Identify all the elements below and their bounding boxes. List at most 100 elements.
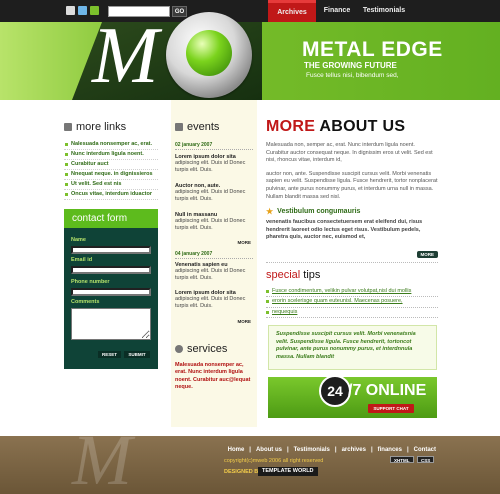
event-text: adipiscing elit. Duis id Donec turpis el… bbox=[175, 189, 246, 202]
special-tips-title: special tips bbox=[266, 269, 438, 281]
events-more-link[interactable]: MORE bbox=[171, 240, 257, 245]
more-links-list: Nalesuada nonsemper ac, erat. Nunc inter… bbox=[64, 140, 158, 200]
events-more-link-2[interactable]: MORE bbox=[171, 319, 257, 324]
services-text: Malesuada nonsemper ac, erat. Nunc inter… bbox=[175, 362, 251, 390]
event-text: adipiscing elit. Duis id Donec turpis el… bbox=[175, 268, 246, 281]
footer-link-testimonials[interactable]: Testimonials bbox=[294, 447, 330, 453]
globe-icon bbox=[175, 345, 183, 353]
about-title-red: MORE bbox=[266, 118, 316, 135]
about-bold-paragraph: venenatis faucibus consectetuersem erat … bbox=[266, 219, 423, 241]
event-date: 02 january 2007 bbox=[175, 142, 253, 150]
footer-separator: | bbox=[334, 447, 337, 453]
support-chat-button[interactable]: SUPPORT CHAT bbox=[368, 404, 414, 413]
logo-letter: M bbox=[92, 12, 159, 100]
contact-form-title: contact form bbox=[64, 209, 158, 228]
footer-separator: | bbox=[286, 447, 289, 453]
top-bar: GO Archives Finance Testimonials bbox=[0, 0, 500, 22]
list-item[interactable]: Nunc interdum ligula noent. bbox=[64, 150, 158, 160]
name-field[interactable] bbox=[71, 246, 151, 254]
footer-watermark-letter: M bbox=[72, 420, 132, 494]
green-orb-graphic bbox=[186, 30, 232, 76]
about-subheading: ★ Vestibulum congumauris bbox=[266, 207, 438, 216]
phone-field[interactable] bbox=[71, 288, 151, 296]
event-item[interactable]: 04 january 2007 Venenatis sapien eu adip… bbox=[171, 251, 257, 282]
home-icon[interactable] bbox=[66, 6, 75, 15]
site-subtitle: THE GROWING FUTURE bbox=[304, 61, 397, 70]
services-title-text: services bbox=[187, 343, 228, 355]
calendar-icon bbox=[175, 123, 183, 131]
phone-label: Phone number bbox=[71, 279, 110, 285]
list-item[interactable]: Curabitur auct bbox=[64, 160, 158, 170]
events-title-text: events bbox=[187, 121, 220, 133]
about-more-button[interactable]: MORE bbox=[416, 250, 438, 258]
comments-label: Comments bbox=[71, 299, 100, 305]
about-paragraph-2: auctor non, ante. Suspendisse suscipit c… bbox=[266, 170, 438, 200]
footer-separator: | bbox=[249, 447, 251, 453]
name-label: Name bbox=[71, 237, 86, 243]
tips-quote: Suspendisse suscipit cursus velit. Morbi… bbox=[268, 325, 437, 370]
reset-button[interactable]: RESET bbox=[98, 351, 121, 358]
submit-button[interactable]: SUBMIT bbox=[124, 351, 150, 358]
special-tips-list: Fusce condimentum, velikin pulvar volutp… bbox=[266, 287, 438, 319]
special-tips-title-rest: tips bbox=[300, 268, 321, 281]
star-icon: ★ bbox=[266, 207, 274, 217]
comments-field[interactable] bbox=[71, 308, 151, 340]
event-text: adipiscing elit. Duis id Donec turpis el… bbox=[175, 218, 246, 231]
about-more-row: MORE bbox=[266, 243, 438, 263]
more-links-title-text: more links bbox=[76, 121, 127, 133]
site-title: METAL EDGE bbox=[302, 38, 443, 61]
event-text: adipiscing elit. Duis id Donec turpis el… bbox=[175, 160, 246, 173]
about-title-rest: ABOUT US bbox=[315, 118, 406, 135]
about-subheading-text: Vestibulum congumauris bbox=[277, 208, 361, 216]
more-links-title: more links bbox=[64, 121, 158, 133]
event-item[interactable]: 02 january 2007 Lorem ipsum dolor sita a… bbox=[171, 142, 257, 174]
footer-separator: | bbox=[370, 447, 373, 453]
footer-link-finances[interactable]: finances bbox=[378, 447, 402, 453]
footer-links: Home | About us | Testimonials | archive… bbox=[228, 447, 436, 453]
services-title: services bbox=[175, 343, 227, 355]
site-tagline: Fusce tellus nisi, bibendum sed, bbox=[306, 72, 399, 79]
footer-separator: | bbox=[406, 447, 409, 453]
online-support-banner: 24 /7 ONLINE SUPPORT CHAT bbox=[268, 375, 437, 418]
mail-icon[interactable] bbox=[78, 6, 87, 15]
events-column: events 02 january 2007 Lorem ipsum dolor… bbox=[171, 100, 257, 427]
more-links-section: more links Nalesuada nonsemper ac, erat.… bbox=[64, 121, 158, 200]
tab-testimonials[interactable]: Testimonials bbox=[358, 0, 410, 22]
xhtml-badge[interactable]: XHTML bbox=[390, 456, 414, 463]
footer-copyright: copyright(c)mweb 2006 all right reserved bbox=[224, 458, 324, 464]
tab-archives[interactable]: Archives bbox=[268, 0, 316, 22]
event-item[interactable]: Auctor non, aute. adipiscing elit. Duis … bbox=[171, 183, 257, 203]
list-item[interactable]: Fusce condimentum, velikin pulvar volutp… bbox=[266, 287, 438, 298]
list-item[interactable]: Ut velit. Sed est nis bbox=[64, 180, 158, 190]
event-item[interactable]: Lorem ipsum dolor sita adipiscing elit. … bbox=[171, 290, 257, 310]
list-item[interactable]: Oncus vitae, interdum iduactor bbox=[64, 190, 158, 200]
email-field[interactable] bbox=[71, 266, 151, 274]
list-item[interactable]: Nalesuada nonsemper ac, erat. bbox=[64, 140, 158, 150]
footer-link-archives[interactable]: archives bbox=[342, 447, 366, 453]
event-date: 04 january 2007 bbox=[175, 251, 253, 259]
footer-link-about[interactable]: About us bbox=[256, 447, 282, 453]
about-section: MORE ABOUT US Malesuada non, semper ac, … bbox=[266, 118, 438, 319]
about-title: MORE ABOUT US bbox=[266, 118, 438, 136]
special-tips-title-red: special bbox=[266, 268, 301, 281]
template-world-badge[interactable]: TEMPLATE WORLD bbox=[258, 467, 318, 476]
about-paragraph-1: Malesuada non, semper ac, erat. Nunc int… bbox=[266, 142, 433, 164]
events-title: events bbox=[175, 121, 219, 133]
list-item[interactable]: erorin scelerisge quam euteunisl. Maecen… bbox=[266, 297, 438, 308]
book-icon bbox=[64, 123, 72, 131]
footer-link-home[interactable]: Home bbox=[228, 447, 245, 453]
page: GO Archives Finance Testimonials M METAL… bbox=[0, 0, 500, 494]
event-item[interactable]: Null in massanu adipiscing elit. Duis id… bbox=[171, 212, 257, 232]
online-badge: 24 bbox=[319, 375, 351, 407]
contact-form: contact form Name Email id Phone number … bbox=[64, 209, 158, 369]
event-text: adipiscing elit. Duis id Donec turpis el… bbox=[175, 296, 246, 309]
go-button[interactable]: GO bbox=[172, 6, 187, 17]
list-item[interactable]: Nnequat neque. in dignissieros bbox=[64, 170, 158, 180]
tab-finance[interactable]: Finance bbox=[318, 0, 356, 22]
footer-link-contact[interactable]: Contact bbox=[414, 447, 436, 453]
footer-designed-by: DESIGNED BY bbox=[224, 469, 262, 475]
online-text: /7 ONLINE bbox=[348, 382, 427, 399]
css-badge[interactable]: CSS bbox=[417, 456, 435, 463]
email-label: Email id bbox=[71, 257, 93, 263]
list-item[interactable]: nequequis bbox=[266, 308, 438, 319]
